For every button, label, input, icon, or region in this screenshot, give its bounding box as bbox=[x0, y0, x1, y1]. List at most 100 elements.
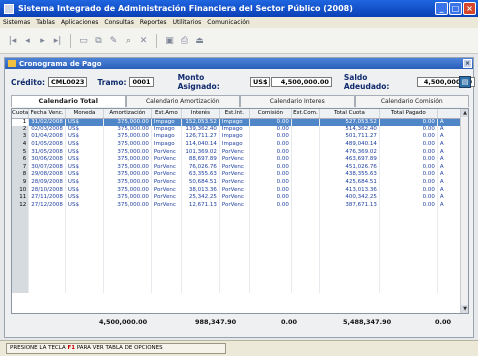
table-cell[interactable]: 31/02/2008 bbox=[28, 118, 66, 126]
cuota-cell[interactable]: 2 bbox=[12, 125, 30, 134]
table-cell[interactable] bbox=[291, 118, 320, 126]
table-cell[interactable]: 400,342.25 bbox=[319, 193, 380, 202]
table-cell[interactable]: PorVenc bbox=[219, 148, 250, 156]
column-header[interactable]: Est.Com. bbox=[291, 109, 320, 119]
table-cell[interactable] bbox=[28, 254, 66, 263]
table-cell[interactable]: 375,000.00 bbox=[103, 193, 152, 202]
menu-consultas[interactable]: Consultas bbox=[104, 19, 133, 26]
cuota-cell[interactable]: 12 bbox=[12, 201, 30, 210]
menu-aplicaciones[interactable]: Aplicaciones bbox=[61, 19, 98, 26]
table-cell[interactable]: PorVenc bbox=[151, 155, 182, 164]
table-cell[interactable]: 27/12/2008 bbox=[28, 201, 66, 210]
cuota-cell[interactable]: 3 bbox=[12, 133, 30, 141]
table-cell[interactable] bbox=[319, 209, 380, 217]
table-cell[interactable]: 29/08/2008 bbox=[28, 171, 66, 179]
table-cell[interactable] bbox=[319, 285, 380, 293]
delete-icon[interactable]: ✕ bbox=[137, 34, 150, 48]
table-cell[interactable] bbox=[379, 209, 438, 217]
table-cell[interactable]: PorVenc bbox=[151, 148, 182, 156]
table-cell[interactable]: PorVenc bbox=[219, 193, 250, 202]
table-cell[interactable] bbox=[291, 285, 320, 293]
table-cell[interactable] bbox=[319, 224, 380, 232]
table-cell[interactable] bbox=[151, 247, 182, 255]
empty-row[interactable] bbox=[12, 231, 466, 240]
table-cell[interactable] bbox=[219, 231, 250, 240]
table-cell[interactable] bbox=[379, 239, 438, 248]
subwindow-close-button[interactable]: × bbox=[463, 59, 472, 68]
edit-icon[interactable]: ✎ bbox=[107, 34, 120, 48]
table-cell[interactable]: Impago bbox=[151, 140, 182, 149]
table-cell[interactable] bbox=[291, 216, 320, 225]
table-cell[interactable] bbox=[65, 247, 104, 255]
empty-row[interactable] bbox=[12, 262, 466, 270]
table-row[interactable]: 1 31/02/2008 US$ 375,000.00 Impago 152,053.52… bbox=[12, 118, 466, 126]
table-cell[interactable] bbox=[319, 216, 380, 225]
cuota-cell[interactable] bbox=[12, 216, 30, 225]
table-cell[interactable] bbox=[181, 209, 220, 217]
table-cell[interactable]: 50,684.51 bbox=[181, 178, 220, 187]
table-cell[interactable]: 0.00 bbox=[379, 155, 438, 164]
table-cell[interactable]: 375,000.00 bbox=[103, 140, 152, 149]
table-cell[interactable] bbox=[103, 231, 152, 240]
table-cell[interactable]: Impago bbox=[219, 125, 250, 134]
table-cell[interactable] bbox=[291, 148, 320, 156]
cuota-cell[interactable]: 10 bbox=[12, 186, 30, 194]
table-cell[interactable]: 28/10/2008 bbox=[28, 186, 66, 194]
column-header[interactable]: Moneda bbox=[65, 109, 104, 119]
cuota-cell[interactable] bbox=[12, 239, 30, 248]
scroll-up-icon[interactable]: ▲ bbox=[461, 109, 468, 117]
empty-row[interactable] bbox=[12, 277, 466, 286]
table-cell[interactable]: 0.00 bbox=[379, 118, 438, 126]
cuota-cell[interactable]: 1 bbox=[12, 118, 30, 126]
table-cell[interactable] bbox=[291, 224, 320, 232]
table-cell[interactable]: US$ bbox=[65, 178, 104, 187]
empty-row[interactable] bbox=[12, 216, 466, 225]
copy-icon[interactable]: ⧉ bbox=[92, 34, 105, 48]
table-row[interactable]: 8 29/08/2008 US$ 375,000.00 PorVenc 63,355.63… bbox=[12, 171, 466, 179]
table-cell[interactable] bbox=[249, 285, 292, 293]
column-header[interactable]: Est.Int. bbox=[219, 109, 250, 119]
table-cell[interactable] bbox=[249, 231, 292, 240]
table-cell[interactable]: 63,355.63 bbox=[181, 171, 220, 179]
table-cell[interactable] bbox=[319, 277, 380, 286]
table-cell[interactable] bbox=[65, 209, 104, 217]
credito-field[interactable]: CML0023 bbox=[47, 77, 88, 87]
table-cell[interactable] bbox=[181, 262, 220, 270]
table-cell[interactable] bbox=[379, 247, 438, 255]
table-cell[interactable]: 375,000.00 bbox=[103, 163, 152, 172]
table-cell[interactable]: 375,000.00 bbox=[103, 201, 152, 210]
table-cell[interactable] bbox=[291, 186, 320, 194]
table-cell[interactable]: 25,342.25 bbox=[181, 193, 220, 202]
table-cell[interactable]: 0.00 bbox=[379, 148, 438, 156]
table-row[interactable]: 5 31/05/2008 US$ 375,000.00 PorVenc 101,369.0… bbox=[12, 148, 466, 156]
table-cell[interactable]: US$ bbox=[65, 201, 104, 210]
cuota-cell[interactable] bbox=[12, 224, 30, 232]
table-row[interactable]: 12 27/12/2008 US$ 375,000.00 PorVenc 12,671.1… bbox=[12, 201, 466, 210]
table-cell[interactable]: PorVenc bbox=[151, 178, 182, 187]
table-cell[interactable]: 438,355.63 bbox=[319, 171, 380, 179]
vertical-scrollbar[interactable]: ▲ ▼ bbox=[460, 109, 468, 313]
table-cell[interactable]: 30/07/2008 bbox=[28, 163, 66, 172]
new-icon[interactable]: ▭ bbox=[77, 34, 90, 48]
table-cell[interactable] bbox=[319, 239, 380, 248]
table-cell[interactable] bbox=[65, 239, 104, 248]
tab-calendario-total[interactable]: Calendario Total bbox=[11, 95, 126, 107]
table-cell[interactable]: 0.00 bbox=[379, 125, 438, 134]
table-row[interactable]: 11 27/11/2008 US$ 375,000.00 PorVenc 25,342.2… bbox=[12, 193, 466, 202]
table-cell[interactable] bbox=[28, 224, 66, 232]
table-cell[interactable]: 0.00 bbox=[249, 133, 292, 141]
column-header[interactable]: Total Cuota bbox=[319, 109, 380, 119]
cuota-cell[interactable] bbox=[12, 254, 30, 263]
table-cell[interactable]: US$ bbox=[65, 186, 104, 194]
column-header[interactable]: Est.Amo bbox=[151, 109, 182, 119]
table-cell[interactable]: PorVenc bbox=[219, 178, 250, 187]
column-header[interactable]: Fecha Venc. bbox=[28, 109, 66, 119]
menu-reportes[interactable]: Reportes bbox=[140, 19, 167, 26]
table-cell[interactable] bbox=[151, 224, 182, 232]
table-cell[interactable] bbox=[249, 269, 292, 278]
table-cell[interactable]: Impago bbox=[151, 118, 182, 126]
table-cell[interactable]: 101,369.02 bbox=[181, 148, 220, 156]
column-header[interactable]: Interés bbox=[181, 109, 220, 119]
table-cell[interactable] bbox=[151, 209, 182, 217]
table-cell[interactable]: 0.00 bbox=[249, 118, 292, 126]
